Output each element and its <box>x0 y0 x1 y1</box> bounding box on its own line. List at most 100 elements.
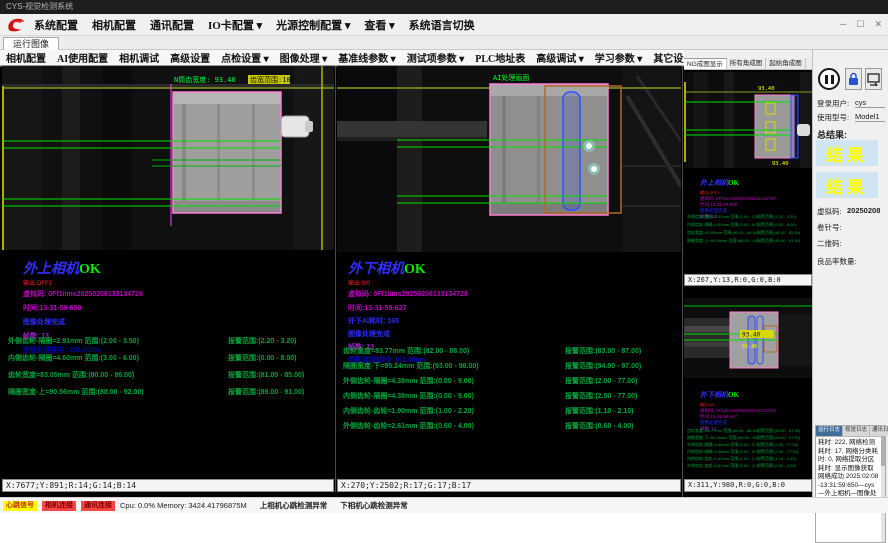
toolbar-camera-debug[interactable]: 相机调试 <box>119 50 159 65</box>
tab-run-image[interactable]: 运行图像 <box>3 37 59 51</box>
small-top-machinery-graphic: 93.40 93.40 <box>684 72 812 168</box>
mini-measurement: 隔圈宽度-下=95.24mm 范围:(93.00 - 98.00) <box>687 435 757 441</box>
result-box-bottom: 结果 <box>816 172 878 198</box>
pause-button[interactable] <box>818 68 840 90</box>
small-bottom-coordinates: X:311,Y:980,R:0,G:0,B:0 <box>688 481 785 489</box>
log-tab-strip: 运行日志 视觉日志 通讯日志 <box>816 426 885 437</box>
right-column-top-strip <box>684 50 812 58</box>
left-camera-time: 时间:13-31-59-650 <box>23 303 323 313</box>
toolbar-advanced-debug[interactable]: 高级调试 ▾ <box>536 50 584 65</box>
log-panel: 运行日志 视觉日志 通讯日志 耗时: 222, 网络检测耗时: 17, 网络分类… <box>815 425 886 543</box>
right-control-panel: 登录用户: cys 使用型号: Model1 总结果: 结果 结果 虚拟码: 2… <box>812 50 888 497</box>
mini-measurement: 齿轮宽度=83.05mm 范围:(80.00 - 86.00) <box>687 230 757 236</box>
tab-comm-log[interactable]: 通讯日志 <box>870 426 888 436</box>
measurement-value: 外侧齿轮-隔圈=2.91mm 范围:(2.00 - 3.50) <box>8 336 228 346</box>
measurement-row: 隔圈宽度-上=90.56mm 范围:(88.00 - 92.00) 报警范围:(… <box>8 387 332 397</box>
close-icon[interactable]: ✕ <box>874 19 882 30</box>
mini-alarm: 报警范围:(81.00 - 85.00) <box>757 230 807 236</box>
view-separator-2 <box>682 66 683 497</box>
monitor-arrow-icon-button[interactable] <box>865 68 882 90</box>
title-bar: CYS-视觉检测系统 <box>0 0 888 14</box>
maximize-icon[interactable]: ☐ <box>856 19 864 30</box>
middle-camera-output: 输出:0/0 <box>348 278 648 287</box>
measurement-row: 齿轮宽度=83.77mm 范围:(82.00 - 88.00) 报警范围:(83… <box>343 346 679 356</box>
tab-run-log[interactable]: 运行日志 <box>816 426 843 436</box>
small-bottom-camera-title: 外下相机 <box>700 391 728 399</box>
toolbar-learning-params[interactable]: 学习参数 ▾ <box>595 50 643 65</box>
mini-measurement: 齿轮宽度=83.77mm 范围:(82.00 - 88.00) <box>687 428 757 434</box>
small-top-camera-image[interactable]: 93.40 93.40 <box>684 72 812 168</box>
log-scrollbar-thumb[interactable] <box>881 436 885 466</box>
menu-item-light-config[interactable]: 光源控制配置 ▾ <box>276 17 350 33</box>
mini-measurement: 内侧齿轮-齿轮=1.90mm 范围:(1.00 - 2.20) <box>687 456 757 462</box>
comm-connection-badge: 通讯连接 <box>81 501 115 511</box>
small-top-camera-title: 外上相机 <box>700 179 728 187</box>
middle-camera-ok-status: OK <box>404 262 426 277</box>
toolbar-advanced-settings[interactable]: 高级设置 <box>170 50 210 65</box>
middle-camera-coordinates: X:270;Y:2502;R:17;G:17;B:17 <box>341 481 471 490</box>
measurement-row: 内侧齿轮-齿轮=1.90mm 范围:(1.00 - 2.20) 报警范围:(1.… <box>343 406 679 416</box>
middle-camera-done: 图像处理完成 <box>348 329 648 339</box>
menu-item-system-config[interactable]: 系统配置 <box>34 17 78 33</box>
virtual-code-value: 20250208 <box>847 206 880 215</box>
minimize-icon[interactable]: ─ <box>840 19 846 30</box>
heartbeat-status-badge: 心跳信号 <box>3 501 37 511</box>
tab-ng-image[interactable]: NG成图显示 <box>684 58 727 69</box>
left-camera-machinery-graphic: N筒齿宽度: 93.40 齿宽范围:100 <box>2 66 334 250</box>
alarm-range: 报警范围:(0.00 - 8.00) <box>228 353 296 363</box>
tab-start-corner-image[interactable]: 起始角成图 <box>766 58 806 69</box>
middle-camera-measurements: 齿轮宽度=83.77mm 范围:(82.00 - 88.00) 报警范围:(83… <box>343 346 679 431</box>
tab-all-corner-image[interactable]: 所有角成图 <box>727 58 767 69</box>
result-text-top: 结果 <box>826 141 868 166</box>
left-camera-title: 外上相机 <box>23 262 79 277</box>
mini-measurement: 外侧齿轮-隔圈=4.38mm 范围:(0.00 - 9.00) <box>687 442 757 448</box>
toolbar-plc-table[interactable]: PLC地址表 <box>475 50 525 65</box>
alarm-range: 报警范围:(2.00 - 77.00) <box>565 391 637 401</box>
model-label: 使用型号: <box>817 112 849 123</box>
toolbar-camera-config[interactable]: 相机配置 <box>6 50 46 65</box>
measurement-row: 齿轮宽度=83.05mm 范围:(80.00 - 86.00) 报警范围:(81… <box>8 370 332 380</box>
alarm-range: 报警范围:(2.20 - 3.20) <box>228 336 296 346</box>
left-camera-ok-status: OK <box>79 262 101 277</box>
small-top-yellow-label: 93.40 <box>758 86 775 92</box>
mini-measurement: 外侧齿轮-齿轮=2.61mm 范围:(0.60 - 4.00) <box>687 463 757 469</box>
left-camera-image[interactable]: N筒齿宽度: 93.40 齿宽范围:100 <box>2 66 334 250</box>
menu-item-comm-config[interactable]: 通讯配置 <box>150 17 194 33</box>
toolbar-ai-config[interactable]: AI使用配置 <box>57 50 108 65</box>
middle-camera-ai-elapsed: 外下AI耗时: 165 <box>348 316 648 326</box>
left-camera-done: 图像处理完成 <box>23 317 323 327</box>
small-top-coordinate-bar: X:267,Y:13,R:0,G:0,B:0 <box>684 274 812 286</box>
measurement-value: 隔圈宽度-下=95.24mm 范围:(93.00 - 98.00) <box>343 361 565 371</box>
view-separator-1 <box>335 66 336 492</box>
toolbar-image-processing[interactable]: 图像处理 ▾ <box>280 50 328 65</box>
middle-camera-image[interactable]: AI处理画面 <box>337 66 681 252</box>
tab-vision-log[interactable]: 视觉日志 <box>843 426 870 436</box>
small-bottom-camera-image[interactable]: 93.40 93.40 <box>684 298 812 378</box>
left-camera-coordinates: X:7677;Y:891;R:14;G:14;B:14 <box>6 481 136 490</box>
menu-item-language[interactable]: 系统语言切换 <box>409 17 475 33</box>
log-scrollbar[interactable] <box>881 436 885 542</box>
lock-icon-button[interactable] <box>845 68 862 90</box>
left-camera-output: 输出:OFF1 <box>23 278 323 287</box>
tab-strip: 运行图像 <box>0 36 888 50</box>
mini-measurement: 内侧齿轮-隔圈=4.60mm 范围:(3.00 - 6.00) <box>687 222 757 228</box>
toolbar-test-params[interactable]: 测试项参数 ▾ <box>407 50 465 65</box>
mini-alarm: 报警范围:(2.00 - 77.00) <box>757 442 807 448</box>
measurement-row: 内侧齿轮-隔圈=4.60mm 范围:(3.00 - 6.00) 报警范围:(0.… <box>8 353 332 363</box>
small-bottom-yellow-label: 93.40 <box>742 332 760 339</box>
small-view-tab-strip: NG成图显示 所有角成图 起始角成图 <box>684 58 812 70</box>
alarm-range: 报警范围:(0.60 - 4.00) <box>565 421 633 431</box>
toolbar-baseline-params[interactable]: 基准线参数 ▾ <box>338 50 396 65</box>
toolbar-spotcheck-settings[interactable]: 点检设置 ▾ <box>221 50 269 65</box>
model-value: Model1 <box>855 112 885 122</box>
lock-icon <box>848 72 859 86</box>
small-bottom-yellow-label-2: 93.40 <box>742 344 757 350</box>
menu-item-io-config[interactable]: IO卡配置 ▾ <box>208 17 262 33</box>
menu-item-camera-config[interactable]: 相机配置 <box>92 17 136 33</box>
menu-item-view[interactable]: 查看 ▾ <box>364 17 394 33</box>
small-top-ok-status: OK <box>728 179 739 187</box>
mini-measurement: 内侧齿轮-隔圈=4.38mm 范围:(0.00 - 9.00) <box>687 449 757 455</box>
alarm-range: 报警范围:(94.00 - 97.00) <box>565 361 641 371</box>
measurement-value: 齿轮宽度=83.77mm 范围:(82.00 - 88.00) <box>343 346 565 356</box>
measurement-row: 外侧齿轮-隔圈=4.38mm 范围:(0.00 - 9.00) 报警范围:(2.… <box>343 376 679 386</box>
